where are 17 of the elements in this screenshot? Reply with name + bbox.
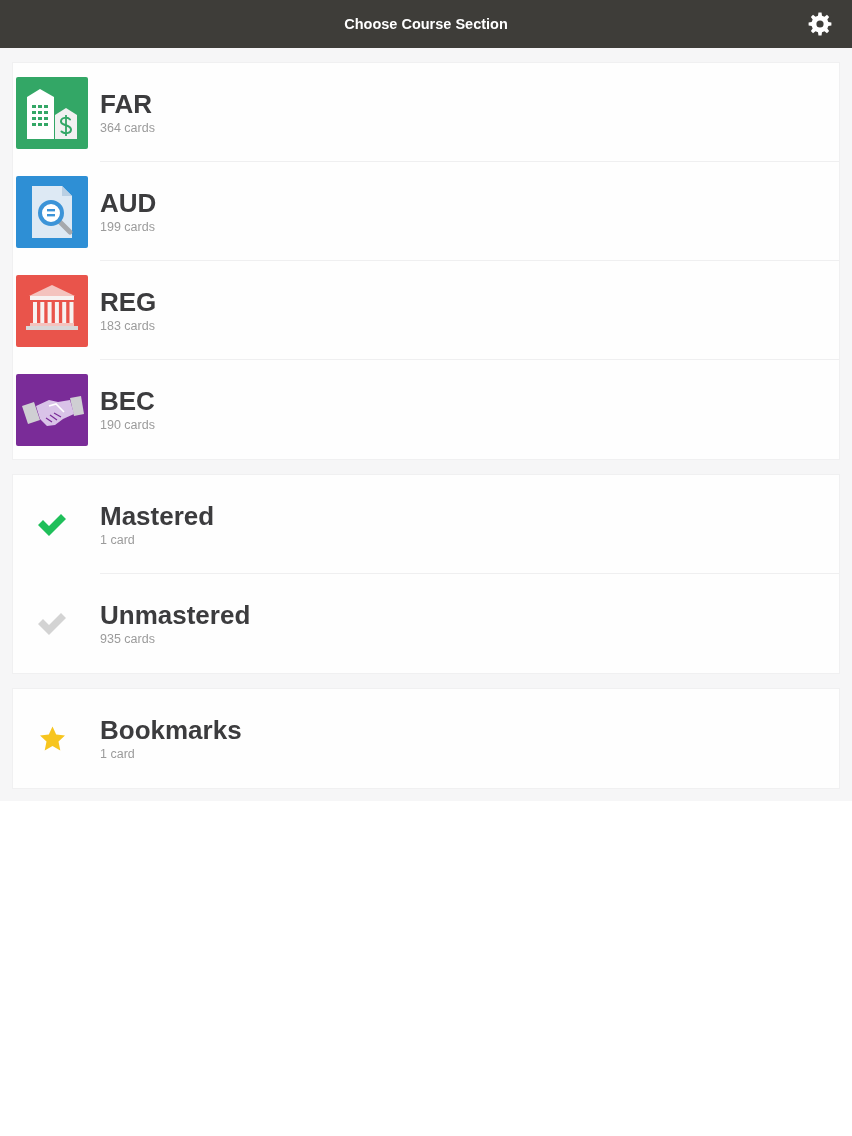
card-count: 364 cards	[100, 119, 155, 136]
item-title[interactable]: REG	[100, 286, 157, 317]
item-title[interactable]: Bookmarks	[100, 715, 242, 745]
card-count: 935 cards	[100, 631, 155, 647]
settings-icon[interactable]	[808, 12, 832, 36]
card-count: 183 cards	[100, 317, 155, 334]
item-title[interactable]: BEC	[100, 386, 155, 416]
star-icon	[38, 725, 66, 752]
card-count: 1 card	[100, 531, 135, 548]
card-count: 190 cards	[100, 417, 155, 433]
card-count: 1 card	[100, 746, 135, 762]
item-title[interactable]: AUD	[100, 187, 157, 218]
screen-title: Choose Course Section	[344, 16, 508, 32]
item-title[interactable]: Mastered	[100, 500, 215, 531]
card-count: 199 cards	[100, 218, 155, 235]
item-title[interactable]: Unmastered	[100, 600, 251, 630]
item-title[interactable]: FAR	[100, 88, 152, 119]
